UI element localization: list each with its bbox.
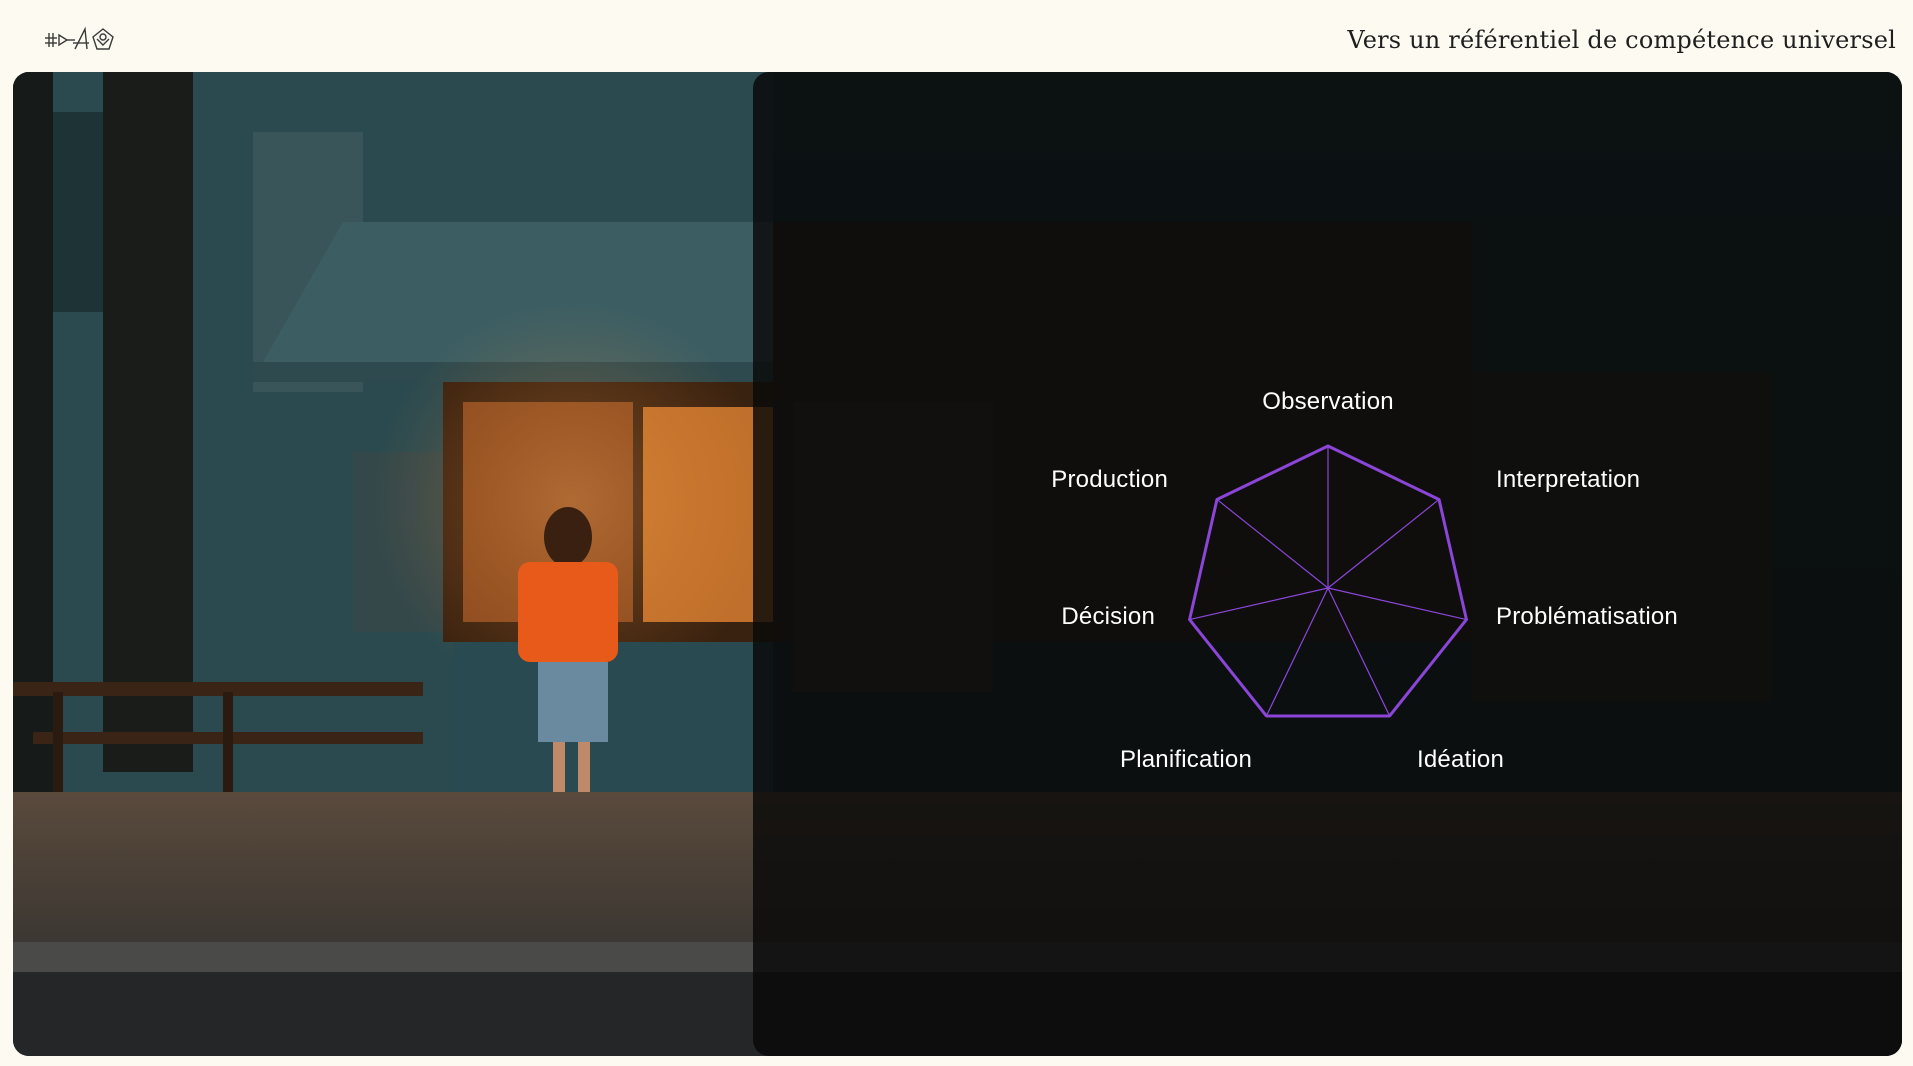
top-bar: Vers un référentiel de compétence univer… <box>0 0 1913 72</box>
competence-radar-chart <box>1188 444 1468 718</box>
radar-spoke <box>1327 498 1440 589</box>
page-headline: Vers un référentiel de compétence univer… <box>1347 26 1896 54</box>
radar-axis-label: Idéation <box>1417 746 1505 773</box>
radar-axis-label: Interpretation <box>1496 466 1641 493</box>
radar-spoke <box>1327 587 1391 717</box>
radar-axis-label: Problématisation <box>1496 603 1678 630</box>
hero-card: Observation Interpretation Problématisatio… <box>13 72 1902 1056</box>
radar-axis-label: Planification <box>1119 746 1252 773</box>
logo-mark-icon <box>45 26 114 50</box>
radar-spoke <box>1216 498 1329 589</box>
radar-axis-label: Décision <box>1061 603 1155 630</box>
radar-axis-label: Production <box>1051 466 1168 493</box>
radar-spoke <box>1327 587 1467 621</box>
radar-axis-label: Observation <box>1262 388 1394 415</box>
radar-spoke <box>1189 587 1329 621</box>
brand-logo[interactable] <box>43 25 123 55</box>
radar-spoke <box>1265 587 1329 717</box>
